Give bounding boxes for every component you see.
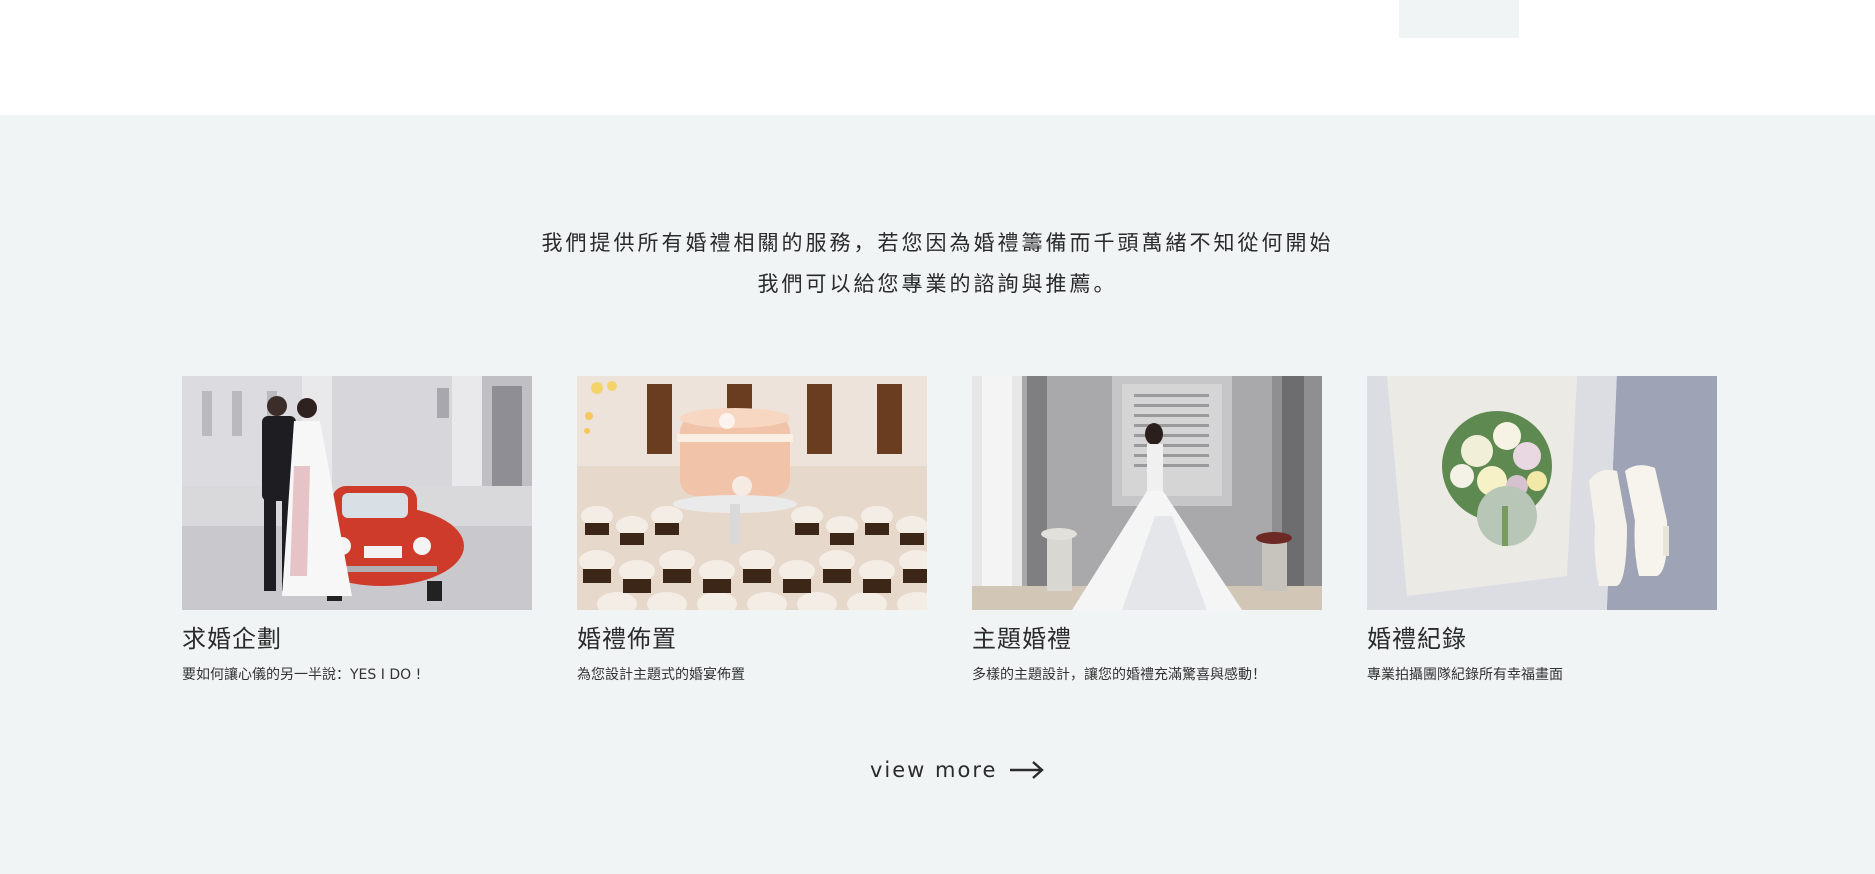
services-section: 我們提供所有婚禮相關的服務，若您因為婚禮籌備而千頭萬緒不知從何開始 我們可以給您…	[0, 115, 1875, 874]
intro-text: 我們提供所有婚禮相關的服務，若您因為婚禮籌備而千頭萬緒不知從何開始 我們可以給您…	[0, 223, 1875, 305]
view-more-label: view more	[870, 758, 998, 782]
intro-line-1: 我們提供所有婚禮相關的服務，若您因為婚禮籌備而千頭萬緒不知從何開始	[541, 231, 1334, 255]
arrow-right-icon	[1010, 761, 1045, 779]
bouquet-and-shoes-photo[interactable]	[1367, 376, 1717, 610]
top-area	[0, 0, 1875, 115]
service-card-themed-wedding[interactable]: 主題婚禮 多樣的主題設計，讓您的婚禮充滿驚喜與感動！	[972, 376, 1322, 684]
service-card-proposal[interactable]: 求婚企劃 要如何讓心儀的另一半說：YES I DO !	[182, 376, 532, 684]
bride-in-gown-photo[interactable]	[972, 376, 1322, 610]
wedding-cake-cupcakes-photo[interactable]	[577, 376, 927, 610]
service-card-wedding-record[interactable]: 婚禮紀錄 專業拍攝團隊紀錄所有幸福畫面	[1367, 376, 1717, 684]
service-description: 多樣的主題設計，讓您的婚禮充滿驚喜與感動！	[972, 667, 1266, 683]
service-description: 為您設計主題式的婚宴佈置	[577, 667, 745, 683]
intro-line-2: 我們可以給您專業的諮詢與推薦。	[757, 272, 1118, 296]
service-description: 要如何讓心儀的另一半說：YES I DO !	[182, 667, 422, 683]
service-title: 婚禮紀錄	[1367, 625, 1467, 653]
view-more-link[interactable]: view more	[870, 758, 1045, 782]
service-title: 求婚企劃	[182, 625, 282, 653]
couple-with-red-car-photo[interactable]	[182, 376, 532, 610]
service-card-decoration[interactable]: 婚禮佈置 為您設計主題式的婚宴佈置	[577, 376, 927, 684]
top-tab[interactable]	[1399, 0, 1519, 38]
service-description: 專業拍攝團隊紀錄所有幸福畫面	[1367, 667, 1563, 683]
service-title: 主題婚禮	[972, 625, 1072, 653]
service-title: 婚禮佈置	[577, 625, 677, 653]
